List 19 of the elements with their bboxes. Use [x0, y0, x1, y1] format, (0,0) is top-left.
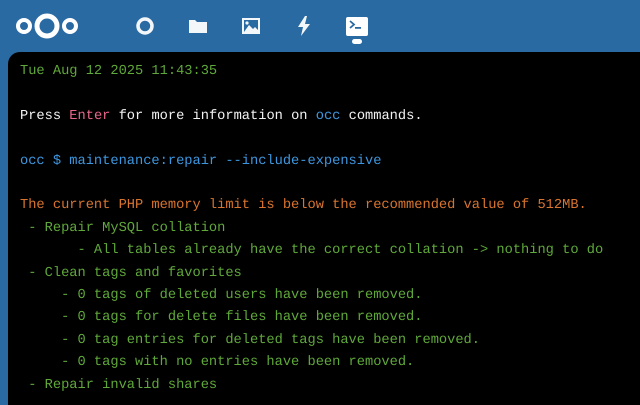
terminal-line: The current PHP memory limit is below the recommended value of 512MB. — [20, 197, 587, 216]
terminal-line: occ $ maintenance:repair --include-expensive — [20, 152, 382, 171]
terminal-line: Tue Aug 12 2025 11:43:35 — [20, 63, 218, 81]
logo-icon[interactable] — [14, 11, 80, 41]
terminal-line: - 0 tag entries for deleted tags have been removed. — [60, 332, 480, 350]
terminal-line: - 0 tags of deleted users have been removed. — [60, 287, 422, 306]
terminal-line: Press Enter for more information on occ commands. — [20, 108, 423, 126]
terminal-line: - Repair MySQL collation — [27, 220, 226, 238]
lightning-icon — [296, 16, 310, 36]
terminal-line: - 0 tags for delete files have been removed. — [60, 309, 422, 328]
terminal-line: - Clean tags and favorites — [27, 264, 242, 283]
active-indicator — [352, 39, 362, 44]
terminal-line: - Repair invalid shares — [27, 376, 218, 395]
terminal-icon — [346, 16, 368, 36]
folder-icon — [188, 18, 208, 34]
circle-icon — [134, 16, 154, 36]
image-icon — [240, 17, 260, 35]
terminal-line: - All tables already have the correct collation -> nothing to do — [76, 242, 604, 260]
terminal-line: - 0 tags with no entries have been removed. — [60, 354, 414, 372]
